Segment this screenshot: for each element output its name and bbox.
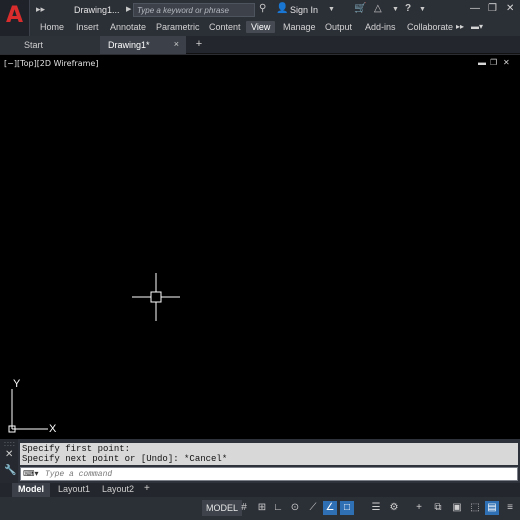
quick-access-expand-icon[interactable]: ▸▸ xyxy=(36,4,45,15)
tab-parametric[interactable]: Parametric xyxy=(156,22,200,32)
lineweight-icon[interactable]: ☰ xyxy=(369,501,383,515)
isodraft-icon[interactable]: ⟋ xyxy=(306,501,320,515)
tab-collaborate[interactable]: Collaborate xyxy=(407,22,453,32)
wrench-icon[interactable]: 🔧 xyxy=(4,465,16,476)
tab-start[interactable]: Start xyxy=(0,36,100,54)
close-icon[interactable]: ✕ xyxy=(506,3,514,14)
status-bar: MODEL # ⊞ ∟ ⊙ ⟋ ∠ □ ☰ ⚙ + ⧉ ▣ ⬚ ▤ ≡ xyxy=(0,497,520,520)
tab-drawing1-label: Drawing1* xyxy=(108,40,150,50)
viewport-close-icon[interactable]: ✕ xyxy=(503,58,510,67)
help-icon[interactable]: ? xyxy=(405,3,411,14)
hardware-acceleration-icon[interactable]: ▣ xyxy=(450,501,464,515)
tab-annotate[interactable]: Annotate xyxy=(110,22,146,32)
new-tab-button[interactable]: + xyxy=(192,38,206,52)
tab-drawing1[interactable]: Drawing1* × xyxy=(100,36,186,54)
close-icon[interactable]: ✕ xyxy=(5,449,13,460)
triangle-icon[interactable]: △ xyxy=(374,3,382,14)
menu-icon[interactable]: ≡ xyxy=(503,501,517,515)
command-history-line: Specify next point or [Undo]: *Cancel* xyxy=(22,454,228,464)
search-input[interactable]: Type a keyword or phrase xyxy=(133,3,255,17)
crosshair-cursor-icon xyxy=(132,273,180,321)
ribbon-more-icon[interactable]: ▸▸ xyxy=(456,22,464,31)
close-tab-icon[interactable]: × xyxy=(174,39,179,49)
restore-icon[interactable]: ❐ xyxy=(488,3,497,14)
chevron-down-icon[interactable]: ▼ xyxy=(419,6,426,13)
ucs-x-label: X xyxy=(49,423,57,435)
layout-tabs: Model Layout1 Layout2 + xyxy=(0,483,520,497)
tab-manage[interactable]: Manage xyxy=(283,22,316,32)
cart-icon[interactable]: 🛒 xyxy=(354,3,366,14)
document-title: Drawing1... xyxy=(74,5,120,15)
ribbon-toggle-icon[interactable]: ▬▾ xyxy=(471,22,483,31)
command-prompt-icon[interactable]: ⌨▾ xyxy=(23,469,39,478)
title-bar: A ▸▸ Drawing1... ▶ Type a keyword or phr… xyxy=(0,0,520,38)
binoculars-icon[interactable]: ⚲ xyxy=(259,3,266,14)
minimize-icon[interactable]: — xyxy=(470,3,480,14)
chevron-down-icon[interactable]: ▼ xyxy=(392,6,399,13)
command-history-line: Specify first point: xyxy=(22,444,131,454)
grip-icon[interactable]: :::: xyxy=(4,441,16,448)
ucs-y-label: Y xyxy=(13,378,21,390)
grid-icon[interactable]: # xyxy=(237,501,251,515)
file-tabs: Start Drawing1* × + xyxy=(0,36,520,54)
command-input[interactable] xyxy=(45,469,505,480)
app-logo-icon: A xyxy=(5,3,24,28)
viewport-minimize-icon[interactable]: ▬ xyxy=(478,58,486,67)
ortho-icon[interactable]: ∟ xyxy=(271,501,285,515)
viewport-restore-icon[interactable]: ❐ xyxy=(490,58,497,67)
sign-in-button[interactable]: Sign In xyxy=(290,5,318,15)
customization-icon[interactable]: ▤ xyxy=(485,501,499,515)
plus-icon[interactable]: + xyxy=(412,501,426,515)
osnap-icon[interactable]: □ xyxy=(340,501,354,515)
ribbon-tabs: Home Insert Annotate Parametric Content … xyxy=(30,19,520,36)
autocad-window: A ▸▸ Drawing1... ▶ Type a keyword or phr… xyxy=(0,0,520,520)
tab-output[interactable]: Output xyxy=(325,22,352,32)
add-layout-button[interactable]: + xyxy=(144,483,150,494)
tab-add-ins[interactable]: Add-ins xyxy=(365,22,396,32)
ucs-icon: Y X xyxy=(8,378,57,435)
osnap-tracking-icon[interactable]: ∠ xyxy=(323,501,337,515)
chevron-down-icon[interactable]: ▼ xyxy=(328,6,335,13)
tab-view[interactable]: View xyxy=(246,21,276,33)
gear-icon[interactable]: ⚙ xyxy=(387,501,401,515)
model-space-button[interactable]: MODEL xyxy=(202,500,243,516)
command-line: :::: ✕ 🔧 Specify first point: Specify ne… xyxy=(0,439,520,483)
tab-content[interactable]: Content xyxy=(209,22,241,32)
title-arrow-icon[interactable]: ▶ xyxy=(126,5,131,13)
command-line-grip[interactable]: :::: ✕ 🔧 xyxy=(0,439,18,483)
tab-insert[interactable]: Insert xyxy=(76,22,99,32)
viewport-controls-label[interactable]: [−][Top][2D Wireframe] xyxy=(4,59,98,68)
snap-icon[interactable]: ⊞ xyxy=(255,501,269,515)
clean-screen-icon[interactable]: ⬚ xyxy=(468,501,482,515)
application-menu-button[interactable]: A xyxy=(0,0,30,38)
tab-layout1[interactable]: Layout1 xyxy=(52,483,96,497)
tab-home[interactable]: Home xyxy=(40,22,64,32)
isolate-objects-icon[interactable]: ⧉ xyxy=(431,501,445,515)
user-icon[interactable]: 👤 xyxy=(276,3,288,14)
tab-layout2[interactable]: Layout2 xyxy=(96,483,140,497)
command-input-row: ⌨▾ xyxy=(20,467,518,481)
command-history: Specify first point: Specify next point … xyxy=(20,443,518,465)
tab-model[interactable]: Model xyxy=(12,483,50,497)
polar-icon[interactable]: ⊙ xyxy=(288,501,302,515)
drawing-canvas[interactable]: [−][Top][2D Wireframe] ▬ ❐ ✕ Y X xyxy=(0,55,520,439)
